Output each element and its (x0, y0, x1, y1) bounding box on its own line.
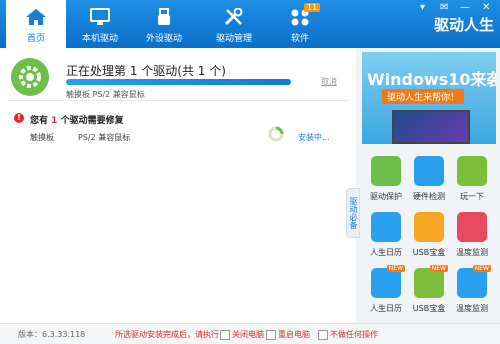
calendar-icon: NEW (371, 265, 405, 298)
thermometer-icon: NEW (457, 265, 491, 298)
processing-title: 正在处理第 1 个驱动(共 1 个) (66, 64, 226, 78)
calendar-icon (371, 212, 401, 242)
cancel-link[interactable]: 取消 (321, 76, 337, 87)
tile-label: 温度监测 (456, 304, 488, 313)
usb-box-icon (414, 212, 444, 242)
tile-temperature[interactable]: 温度监测 (450, 212, 494, 258)
usb-box-icon: NEW (414, 265, 448, 298)
no-action-label[interactable]: 不做任何操作 (330, 329, 378, 340)
usb-icon (153, 8, 175, 26)
top-nav-bar: 首页 本机驱动 外设驱动 驱动管理 11 软件 ▾ ✉ — ✕ 驱动人生 (0, 0, 500, 48)
close-icon[interactable]: ✕ (482, 2, 490, 13)
software-badge: 11 (304, 3, 321, 12)
alert-prefix: 您有 (30, 116, 49, 126)
repair-alert: 您有 1 个驱动需要修复 (30, 113, 124, 126)
nav-local-driver[interactable]: 本机驱动 (70, 0, 130, 48)
tile-hardware-detect[interactable]: 硬件检测 (407, 156, 451, 202)
shutdown-checkbox[interactable] (220, 330, 230, 340)
status-bar: 版本：6.3.33.118 所选驱动安装完成后，请执行 关闭电脑 重启电脑 不做… (0, 323, 500, 344)
divider (8, 100, 348, 101)
progress-bar (66, 79, 291, 85)
version-label: 版本：6.3.33.118 (18, 330, 86, 339)
tile-calendar-new[interactable]: NEW 人生日历 (364, 265, 408, 314)
nav-software[interactable]: 11 软件 (270, 0, 330, 48)
nav-label: 软件 (290, 34, 309, 44)
restart-checkbox[interactable] (266, 330, 276, 340)
tile-temperature-new[interactable]: NEW 温度监测 (450, 265, 494, 314)
hardware-detect-icon (414, 156, 444, 186)
processing-subtitle: 触摸板 PS/2 兼容鼠标 (66, 90, 145, 99)
monitor-icon (89, 8, 111, 26)
nav-home[interactable]: 首页 (6, 0, 66, 48)
driver-protect-icon (371, 156, 401, 186)
main-panel: 正在处理第 1 个驱动(共 1 个) 取消 触摸板 PS/2 兼容鼠标 (0, 48, 356, 323)
promo-image (392, 110, 470, 144)
loading-spinner-icon (268, 126, 284, 142)
tile-usb-box[interactable]: USB宝盒 (407, 212, 451, 258)
nav-peripheral-driver[interactable]: 外设驱动 (134, 0, 194, 48)
tile-label: 温度监测 (456, 248, 488, 257)
tile-play[interactable]: 玩一下 (450, 156, 494, 202)
tile-label: 人生日历 (370, 248, 402, 257)
tile-label: 硬件检测 (413, 192, 445, 201)
tile-label: USB宝盒 (412, 248, 446, 257)
tile-label: 驱动保护 (370, 192, 402, 201)
nav-label: 驱动管理 (215, 34, 252, 44)
gear-icon (11, 58, 49, 96)
tile-calendar[interactable]: 人生日历 (364, 212, 408, 258)
driver-category: 触摸板 (30, 133, 54, 142)
minimize-icon[interactable]: — (460, 2, 470, 13)
new-badge: NEW (386, 265, 405, 272)
driver-device: PS/2 兼容鼠标 (78, 133, 131, 142)
install-status: 安装中... (298, 133, 330, 142)
tile-label: USB宝盒 (412, 304, 446, 313)
alert-suffix: 个驱动需要修复 (60, 116, 124, 126)
tile-label: 玩一下 (460, 192, 484, 201)
promo-banner[interactable]: Windows10来袭 驱动人生来帮你！ (362, 52, 496, 144)
alert-count: 1 (51, 116, 58, 126)
home-icon (25, 8, 47, 26)
skin-icon[interactable]: ✉ (440, 2, 448, 13)
nav-label: 本机驱动 (81, 34, 118, 44)
tile-driver-protect[interactable]: 驱动保护 (364, 156, 408, 202)
no-action-checkbox[interactable] (318, 330, 328, 340)
side-tab-driver-essentials[interactable]: 驱动必备 (346, 188, 360, 238)
tile-label: 人生日历 (370, 304, 402, 313)
promo-subtitle: 驱动人生来帮你！ (382, 89, 465, 104)
promo-title: Windows10来袭 (367, 70, 496, 89)
progress-fill (66, 79, 291, 85)
tools-icon (223, 7, 245, 26)
tile-usb-box-new[interactable]: NEW USB宝盒 (407, 265, 451, 314)
nav-label: 外设驱动 (145, 34, 182, 44)
warning-icon: ! (14, 113, 24, 123)
app-brand: 驱动人生 (433, 16, 494, 34)
nav-label: 首页 (26, 34, 45, 44)
post-install-text: 所选驱动安装完成后，请执行 (115, 330, 219, 339)
gamepad-icon (457, 156, 487, 186)
shutdown-label[interactable]: 关闭电脑 (232, 329, 264, 340)
thermometer-icon (457, 212, 487, 242)
new-badge: NEW (472, 265, 491, 272)
nav-driver-manage[interactable]: 驱动管理 (204, 0, 264, 48)
menu-icon[interactable]: ▾ (420, 2, 425, 13)
restart-label[interactable]: 重启电脑 (278, 329, 310, 340)
new-badge: NEW (429, 265, 448, 272)
